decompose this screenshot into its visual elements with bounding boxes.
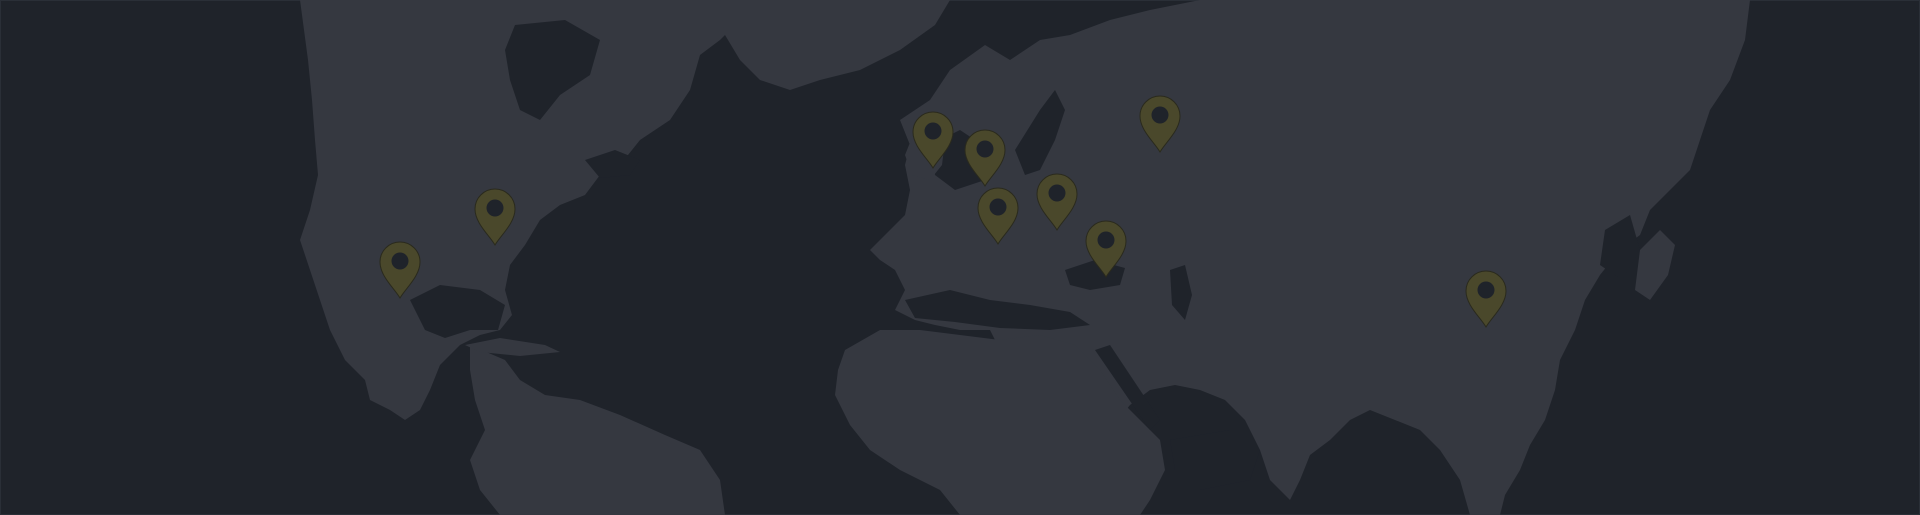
marker-center-dot [1477,281,1495,299]
marker-united-kingdom[interactable] [912,111,954,169]
marker-germany[interactable] [964,129,1006,187]
marker-russia[interactable] [1139,95,1181,153]
map-pin-icon [379,241,421,299]
map-pin-icon [1036,173,1078,231]
world-map [0,0,1920,515]
marker-center-dot [486,199,504,217]
map-pin-icon [977,187,1019,245]
marker-center-dot [1048,184,1066,202]
marker-center-dot [1151,106,1169,124]
map-pin-icon [912,111,954,169]
map-pin-icon [1139,95,1181,153]
marker-center-dot [976,140,994,158]
marker-center-dot [924,122,942,140]
marker-center-dot [989,198,1007,216]
marker-switzerland[interactable] [977,187,1019,245]
marker-center-dot [1097,231,1115,249]
marker-mexico[interactable] [379,241,421,299]
marker-center-dot [391,252,409,270]
map-pin-icon [474,188,516,246]
map-pin-icon [964,129,1006,187]
marker-china[interactable] [1465,270,1507,328]
marker-united-states[interactable] [474,188,516,246]
map-pin-icon [1085,220,1127,278]
marker-hungary[interactable] [1036,173,1078,231]
map-pin-icon [1465,270,1507,328]
marker-bulgaria[interactable] [1085,220,1127,278]
markers-layer [379,95,1507,328]
